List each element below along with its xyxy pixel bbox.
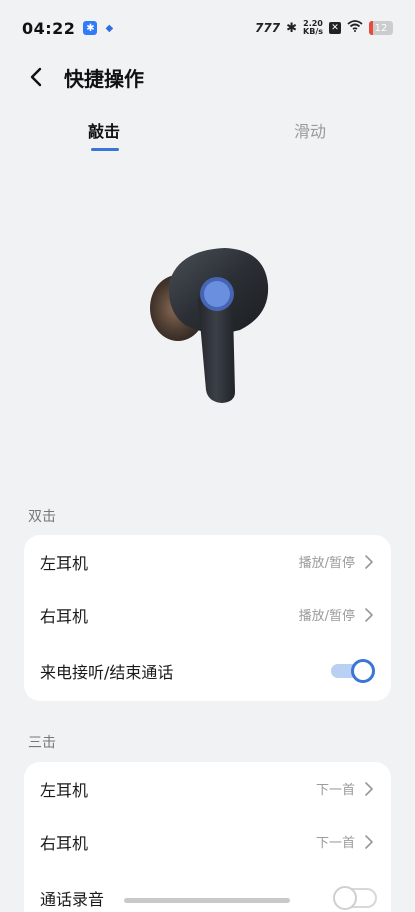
call-recording-row: 通话录音 xyxy=(24,868,391,912)
double-tap-left-earbud-row[interactable]: 左耳机 播放/暂停 xyxy=(24,535,391,588)
status-left: 04:22 ✱ ◆ xyxy=(22,19,113,38)
triple-tap-left-earbud-row[interactable]: 左耳机 下一首 xyxy=(24,762,391,815)
toggle-knob xyxy=(333,886,357,910)
no-sim-icon: ✕ xyxy=(329,22,341,34)
row-value: 下一首 xyxy=(315,783,355,798)
nfc-icon: 777 xyxy=(255,21,281,35)
row-title: 右耳机 xyxy=(40,606,89,626)
app-notification-icon: ◆ xyxy=(105,22,114,34)
back-arrow-icon xyxy=(30,67,42,87)
chevron-right-icon xyxy=(363,607,375,622)
double-tap-right-earbud-row[interactable]: 右耳机 播放/暂停 xyxy=(24,588,391,641)
page-title: 快捷操作 xyxy=(64,66,144,91)
tab-bar: 敲击 滑动 xyxy=(0,118,415,158)
row-title: 通话录音 xyxy=(40,890,105,909)
row-title: 右耳机 xyxy=(40,833,89,853)
wifi-icon xyxy=(347,20,363,36)
triple-tap-card: 左耳机 下一首 右耳机 下一首 通话录音 xyxy=(24,762,391,912)
row-value: 播放/暂停 xyxy=(298,609,355,624)
battery-icon: 12 xyxy=(369,21,393,35)
double-tap-card: 左耳机 播放/暂停 右耳机 播放/暂停 来电接听/结束通话 xyxy=(24,535,391,701)
bluetooth-icon: ✱ xyxy=(286,20,298,36)
chevron-right-icon xyxy=(363,781,375,796)
earbud-image xyxy=(150,248,269,403)
status-time: 04:22 xyxy=(22,18,76,38)
battery-level: 12 xyxy=(374,22,388,34)
tab-swipe[interactable]: 滑动 xyxy=(294,118,326,142)
network-speed-unit: KB/s xyxy=(303,27,323,36)
row-value: 下一首 xyxy=(315,836,355,851)
answer-end-call-row: 来电接听/结束通话 xyxy=(24,641,391,701)
answer-end-call-toggle[interactable] xyxy=(331,659,375,683)
chevron-right-icon xyxy=(363,834,375,849)
row-value: 播放/暂停 xyxy=(298,556,355,571)
row-title: 左耳机 xyxy=(40,553,89,573)
section-label-double-tap: 双击 xyxy=(28,509,56,525)
chevron-right-icon xyxy=(363,554,375,569)
row-title: 来电接听/结束通话 xyxy=(40,663,174,682)
bluetooth-notification-icon: ✱ xyxy=(83,21,98,35)
tab-tap[interactable]: 敲击 xyxy=(88,118,120,142)
status-right: 777 ✱ 2.20 KB/s ✕ 12 xyxy=(255,20,393,36)
triple-tap-right-earbud-row[interactable]: 右耳机 下一首 xyxy=(24,815,391,868)
status-bar: 04:22 ✱ ◆ 777 ✱ 2.20 KB/s ✕ 12 xyxy=(0,0,415,56)
earbud-illustration xyxy=(0,215,415,425)
header: 快捷操作 xyxy=(0,56,415,98)
back-button[interactable] xyxy=(16,57,56,97)
tab-active-indicator xyxy=(91,148,119,151)
call-recording-toggle[interactable] xyxy=(331,886,377,910)
network-speed: 2.20 KB/s xyxy=(303,20,323,36)
section-label-triple-tap: 三击 xyxy=(28,735,56,751)
home-indicator xyxy=(124,898,290,903)
row-title: 左耳机 xyxy=(40,780,89,800)
toggle-knob xyxy=(351,659,375,683)
